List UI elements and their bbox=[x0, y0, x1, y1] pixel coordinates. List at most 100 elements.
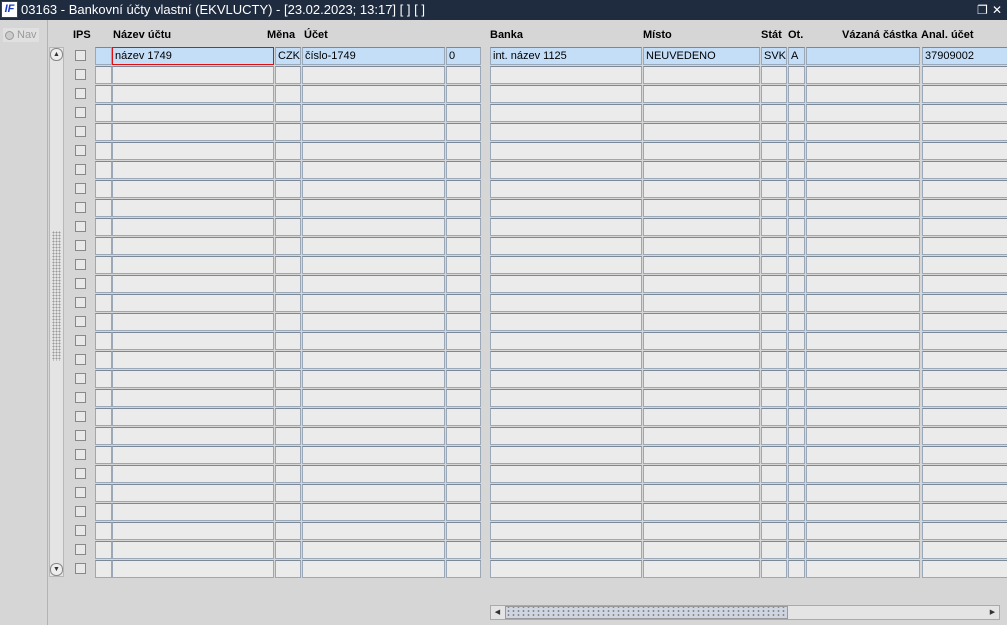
cell-mena[interactable] bbox=[275, 522, 301, 540]
cell-ot[interactable] bbox=[788, 275, 805, 293]
cell-banka[interactable] bbox=[490, 180, 642, 198]
cell-cislo[interactable] bbox=[446, 522, 481, 540]
cell-cislo[interactable] bbox=[446, 541, 481, 559]
cell-mena[interactable] bbox=[275, 199, 301, 217]
ips-checkbox[interactable] bbox=[75, 221, 86, 232]
cell-ucet[interactable] bbox=[302, 351, 445, 369]
cell-marker[interactable] bbox=[95, 104, 112, 122]
cell-banka[interactable] bbox=[490, 104, 642, 122]
cell-cislo[interactable] bbox=[446, 427, 481, 445]
cell-mena[interactable] bbox=[275, 66, 301, 84]
cell-ucet[interactable] bbox=[302, 218, 445, 236]
cell-anal[interactable] bbox=[922, 142, 1007, 160]
ips-checkbox[interactable] bbox=[75, 278, 86, 289]
cell-ot[interactable] bbox=[788, 370, 805, 388]
table-row[interactable] bbox=[0, 142, 1007, 161]
cell-nazev[interactable] bbox=[112, 351, 274, 369]
cell-anal[interactable] bbox=[922, 199, 1007, 217]
cell-anal[interactable] bbox=[922, 389, 1007, 407]
ips-checkbox[interactable] bbox=[75, 506, 86, 517]
cell-cislo[interactable] bbox=[446, 294, 481, 312]
cell-nazev[interactable] bbox=[112, 522, 274, 540]
cell-anal[interactable] bbox=[922, 123, 1007, 141]
cell-misto[interactable] bbox=[643, 313, 760, 331]
cell-ot[interactable] bbox=[788, 484, 805, 502]
cell-ot[interactable]: A bbox=[788, 47, 805, 65]
cell-vazana[interactable] bbox=[806, 161, 920, 179]
cell-misto[interactable] bbox=[643, 370, 760, 388]
cell-banka[interactable] bbox=[490, 446, 642, 464]
ips-checkbox[interactable] bbox=[75, 487, 86, 498]
cell-ot[interactable] bbox=[788, 85, 805, 103]
cell-mena[interactable] bbox=[275, 541, 301, 559]
cell-misto[interactable] bbox=[643, 484, 760, 502]
cell-ucet[interactable] bbox=[302, 256, 445, 274]
table-row[interactable] bbox=[0, 161, 1007, 180]
cell-misto[interactable] bbox=[643, 142, 760, 160]
cell-marker[interactable] bbox=[95, 313, 112, 331]
table-row[interactable] bbox=[0, 275, 1007, 294]
cell-misto[interactable] bbox=[643, 560, 760, 578]
nav-radio[interactable]: Nav bbox=[3, 28, 39, 42]
cell-anal[interactable] bbox=[922, 332, 1007, 350]
cell-vazana[interactable] bbox=[806, 351, 920, 369]
cell-cislo[interactable] bbox=[446, 351, 481, 369]
table-row[interactable]: název 1749 CZK číslo-1749 0 int. název 1125 N… bbox=[0, 47, 1007, 66]
cell-ot[interactable] bbox=[788, 237, 805, 255]
cell-nazev[interactable] bbox=[112, 427, 274, 445]
cell-marker[interactable] bbox=[95, 370, 112, 388]
horizontal-scroll-thumb[interactable] bbox=[505, 606, 788, 619]
cell-anal[interactable] bbox=[922, 446, 1007, 464]
ips-checkbox[interactable] bbox=[75, 69, 86, 80]
cell-misto[interactable] bbox=[643, 408, 760, 426]
cell-marker[interactable] bbox=[95, 142, 112, 160]
cell-stat[interactable] bbox=[761, 541, 787, 559]
cell-banka[interactable] bbox=[490, 66, 642, 84]
ips-checkbox[interactable] bbox=[75, 354, 86, 365]
cell-misto[interactable] bbox=[643, 427, 760, 445]
ips-checkbox[interactable] bbox=[75, 297, 86, 308]
table-row[interactable] bbox=[0, 85, 1007, 104]
cell-banka[interactable] bbox=[490, 465, 642, 483]
cell-ucet[interactable] bbox=[302, 294, 445, 312]
cell-anal[interactable] bbox=[922, 218, 1007, 236]
cell-vazana[interactable] bbox=[806, 370, 920, 388]
cell-mena[interactable] bbox=[275, 85, 301, 103]
cell-nazev[interactable] bbox=[112, 275, 274, 293]
cell-ucet[interactable] bbox=[302, 313, 445, 331]
cell-banka[interactable] bbox=[490, 408, 642, 426]
cell-banka[interactable] bbox=[490, 85, 642, 103]
cell-ot[interactable] bbox=[788, 161, 805, 179]
cell-cislo[interactable] bbox=[446, 180, 481, 198]
cell-anal[interactable] bbox=[922, 104, 1007, 122]
ips-checkbox[interactable] bbox=[75, 430, 86, 441]
cell-anal[interactable] bbox=[922, 560, 1007, 578]
ips-checkbox[interactable] bbox=[75, 202, 86, 213]
cell-stat[interactable] bbox=[761, 237, 787, 255]
cell-stat[interactable] bbox=[761, 465, 787, 483]
cell-ot[interactable] bbox=[788, 465, 805, 483]
cell-stat[interactable] bbox=[761, 522, 787, 540]
cell-anal[interactable] bbox=[922, 256, 1007, 274]
cell-misto[interactable] bbox=[643, 256, 760, 274]
cell-marker[interactable] bbox=[95, 484, 112, 502]
cell-banka[interactable] bbox=[490, 161, 642, 179]
cell-stat[interactable]: SVK bbox=[761, 47, 787, 65]
cell-ot[interactable] bbox=[788, 218, 805, 236]
cell-stat[interactable] bbox=[761, 294, 787, 312]
table-row[interactable] bbox=[0, 408, 1007, 427]
cell-nazev[interactable] bbox=[112, 294, 274, 312]
cell-ot[interactable] bbox=[788, 104, 805, 122]
cell-ucet[interactable] bbox=[302, 161, 445, 179]
cell-marker[interactable] bbox=[95, 294, 112, 312]
cell-ot[interactable] bbox=[788, 66, 805, 84]
cell-ot[interactable] bbox=[788, 522, 805, 540]
cell-cislo[interactable] bbox=[446, 332, 481, 350]
cell-stat[interactable] bbox=[761, 142, 787, 160]
cell-cislo[interactable] bbox=[446, 66, 481, 84]
cell-misto[interactable] bbox=[643, 275, 760, 293]
cell-ot[interactable] bbox=[788, 389, 805, 407]
cell-nazev[interactable] bbox=[112, 256, 274, 274]
cell-banka[interactable] bbox=[490, 389, 642, 407]
cell-mena[interactable] bbox=[275, 142, 301, 160]
